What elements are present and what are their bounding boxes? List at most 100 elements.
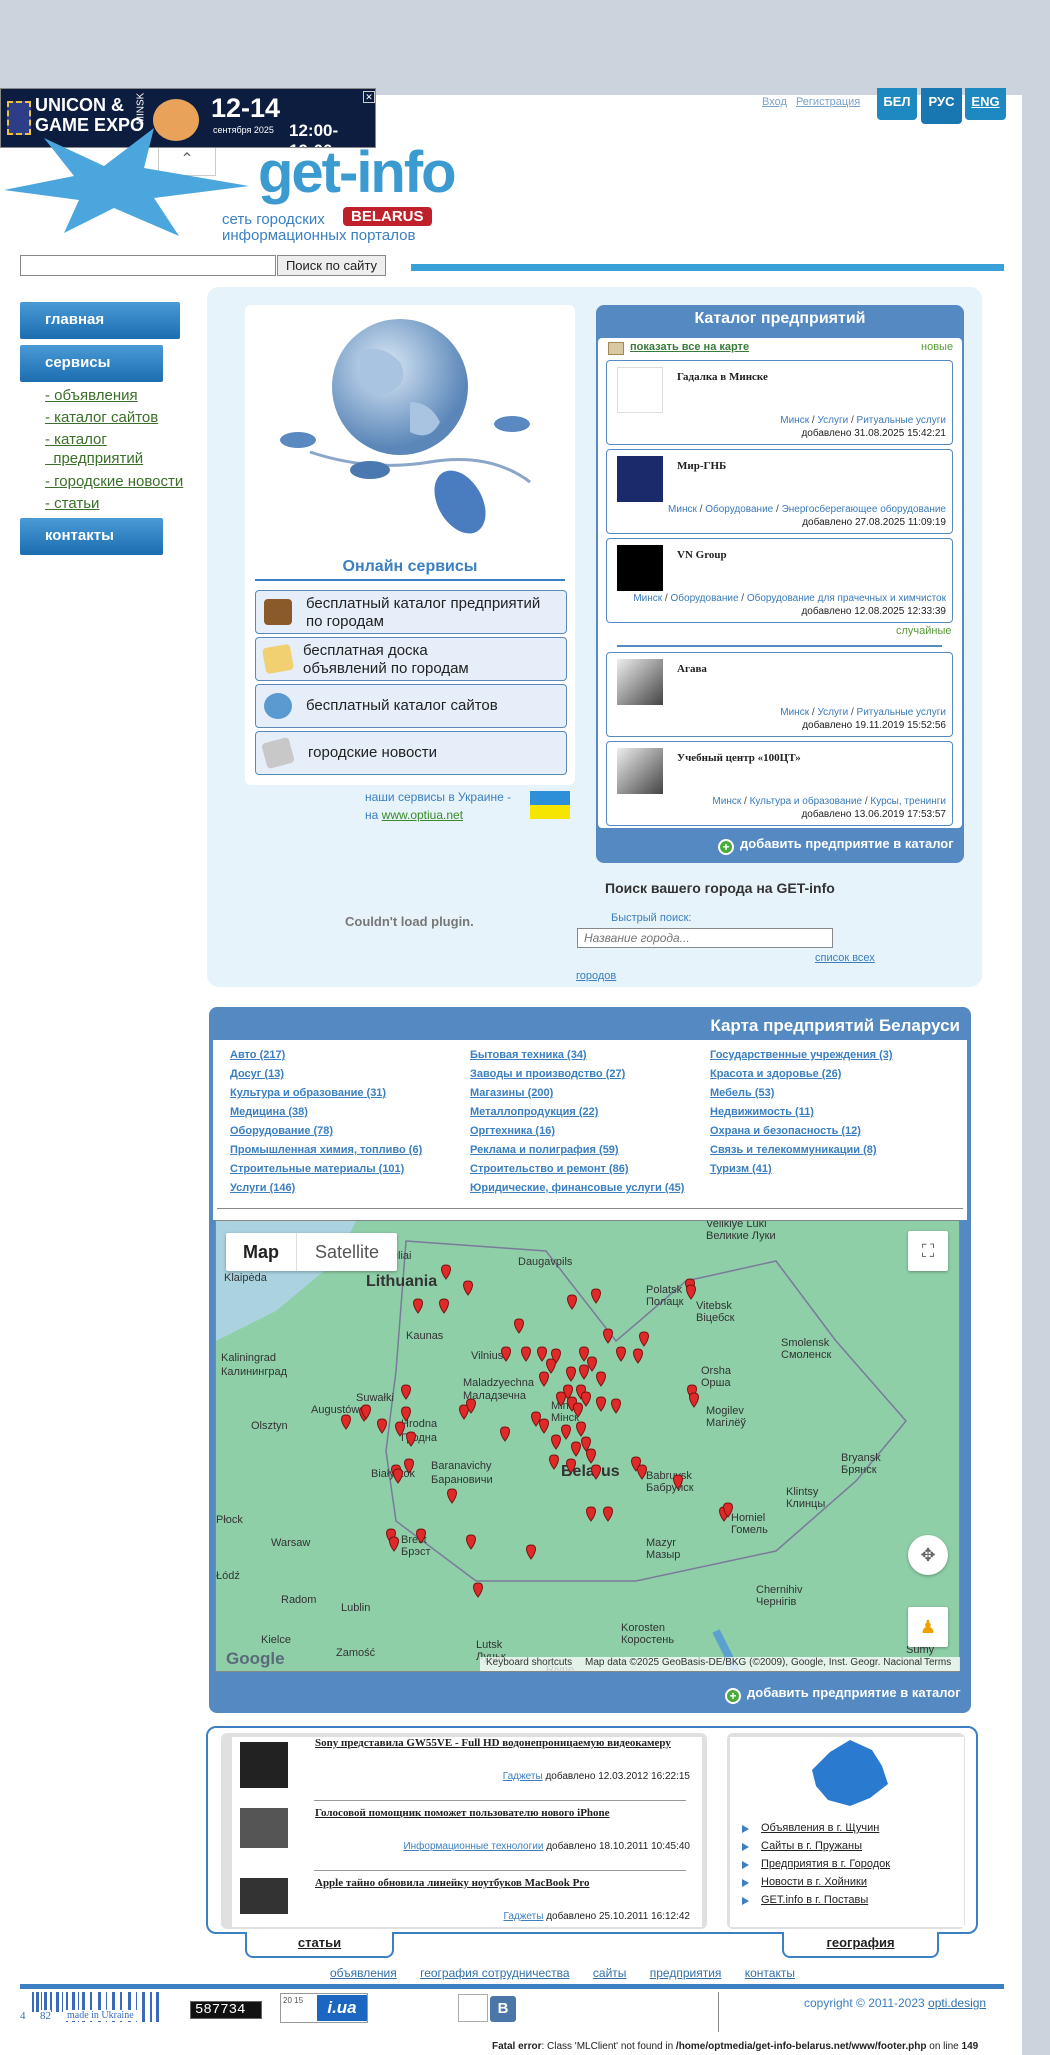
logo-text[interactable]: get-info: [258, 143, 457, 203]
terms-link[interactable]: Terms: [924, 1657, 951, 1668]
city-search-input[interactable]: [577, 928, 833, 948]
footer-geo-link[interactable]: география сотрудничества: [420, 1966, 569, 1980]
map-place-label: Брэст: [401, 1546, 431, 1558]
bullet-icon: [742, 1843, 749, 1851]
service-city-news[interactable]: городские новости: [255, 731, 567, 775]
map-category-link[interactable]: Охрана и безопасность (12): [710, 1125, 861, 1137]
show-on-map-link[interactable]: показать все на карте: [630, 341, 749, 353]
footer-companies-link[interactable]: предприятия: [650, 1966, 722, 1980]
footer-sites-link[interactable]: сайты: [593, 1966, 627, 1980]
catalog-card[interactable]: VN Group Минск / Оборудование / Оборудов…: [606, 538, 953, 623]
fullscreen-icon[interactable]: ⛶: [908, 1231, 948, 1271]
vk-icon[interactable]: В: [490, 1996, 516, 2022]
geo-link[interactable]: Предприятия в г. Городок: [761, 1858, 890, 1870]
map-tab[interactable]: Map: [226, 1233, 296, 1271]
lang-ru-button[interactable]: РУС: [921, 88, 962, 124]
map-category-link[interactable]: Промышленная химия, топливо (6): [230, 1144, 422, 1156]
news-divider: [314, 1870, 686, 1871]
map-place-label: Kielce: [261, 1634, 291, 1646]
map-category-link[interactable]: Недвижимость (11): [710, 1106, 814, 1118]
map-category-link[interactable]: Медицина (38): [230, 1106, 308, 1118]
login-link[interactable]: Вход: [762, 96, 787, 108]
geo-link[interactable]: Объявления в г. Щучин: [761, 1822, 879, 1834]
map-category-link[interactable]: Услуги (146): [230, 1182, 295, 1194]
nav-main[interactable]: главная: [20, 302, 180, 339]
card-breadcrumb: Минск / Услуги / Ритуальные услуги: [780, 415, 946, 426]
nav-sites-link[interactable]: - каталог сайтов: [45, 409, 158, 427]
map-category-link[interactable]: Досуг (13): [230, 1068, 284, 1080]
geo-link[interactable]: Сайты в г. Пружаны: [761, 1840, 862, 1852]
nav-articles-link[interactable]: - статьи: [45, 495, 99, 513]
site-search-button[interactable]: Поиск по сайту: [277, 255, 386, 276]
map-category-link[interactable]: Оборудование (78): [230, 1125, 333, 1137]
all-cities-link-2[interactable]: городов: [576, 970, 616, 982]
map-place-label: Lithuania: [366, 1273, 437, 1290]
ad-close-icon[interactable]: ✕: [363, 91, 375, 103]
map-category-link[interactable]: Строительство и ремонт (86): [470, 1163, 629, 1175]
map-place-label: Płock: [216, 1514, 243, 1526]
all-cities-link[interactable]: список всех: [815, 952, 875, 964]
pegman-icon[interactable]: ♟: [908, 1607, 948, 1647]
keyboard-shortcuts-link[interactable]: Keyboard shortcuts: [486, 1657, 572, 1668]
site-search-input[interactable]: [20, 255, 276, 276]
copyright-link[interactable]: opti.design: [928, 1996, 986, 2010]
service-company-catalog[interactable]: бесплатный каталог предприятий по городам: [255, 590, 567, 634]
nav-services[interactable]: сервисы: [20, 345, 163, 382]
catalog-card[interactable]: Мир-ГНБ Минск / Оборудование / Энергосбе…: [606, 449, 953, 534]
add-company-button-2[interactable]: + добавить предприятие в каталог: [725, 1685, 961, 1704]
map-category-link[interactable]: Культура и образование (31): [230, 1087, 386, 1099]
map-category-link[interactable]: Строительные материалы (101): [230, 1163, 404, 1175]
made-in-ukraine-badge[interactable]: 4 82 made in Ukraine: [20, 1992, 160, 2022]
nav-catalog-link[interactable]: - каталог: [45, 431, 107, 449]
nav-ads-link[interactable]: - объявления: [45, 387, 138, 405]
footer-divider: [20, 1984, 1004, 1989]
map-place-label: Великие Луки: [706, 1230, 776, 1242]
map-category-link[interactable]: Магазины (200): [470, 1087, 553, 1099]
plugin-error: Couldn't load plugin.: [345, 914, 474, 929]
map-category-link[interactable]: Красота и здоровье (26): [710, 1068, 841, 1080]
catalog-card[interactable]: Агава Минск / Услуги / Ритуальные услуги…: [606, 652, 953, 737]
catalog-card[interactable]: Учебный центр «100ЦТ» Минск / Культура и…: [606, 741, 953, 826]
nav-contacts[interactable]: контакты: [20, 518, 163, 555]
news-title-link[interactable]: Apple тайно обновила линейку ноутбуков M…: [315, 1877, 589, 1889]
map-category-link[interactable]: Авто (217): [230, 1049, 285, 1061]
map-category-link[interactable]: Металлопродукция (22): [470, 1106, 598, 1118]
news-title-link[interactable]: Sony представила GW55VE - Full HD водоне…: [315, 1737, 671, 1749]
visitor-counter[interactable]: 587734: [190, 2001, 262, 2019]
service-ads-board[interactable]: бесплатная доска объявлений по городам: [255, 637, 567, 681]
map-place-label: Чернігів: [756, 1596, 797, 1608]
satellite-tab[interactable]: Satellite: [296, 1233, 397, 1271]
pan-control-icon[interactable]: ✥: [908, 1535, 948, 1575]
geography-tab[interactable]: география: [782, 1932, 939, 1958]
map-category-link[interactable]: Государственные учреждения (3): [710, 1049, 893, 1061]
nav-news-link[interactable]: - городские новости: [45, 473, 183, 491]
enterprise-map[interactable]: LithuaniaKlaipėdaŠiauliaiDaugavpilsKauna…: [215, 1220, 960, 1672]
map-category-link[interactable]: Юридические, финансовые услуги (45): [470, 1182, 684, 1194]
register-link[interactable]: Регистрация: [796, 96, 860, 108]
map-place-label: Мінск: [551, 1412, 579, 1424]
geo-link[interactable]: Новости в г. Хойники: [761, 1876, 867, 1888]
map-category-link[interactable]: Мебель (53): [710, 1087, 774, 1099]
lang-en-button[interactable]: ENG: [965, 88, 1006, 120]
map-category-link[interactable]: Заводы и производство (27): [470, 1068, 625, 1080]
map-category-link[interactable]: Туризм (41): [710, 1163, 772, 1175]
map-place-label: Polatsk: [646, 1284, 683, 1296]
ukraine-link[interactable]: www.optiua.net: [382, 808, 463, 822]
map-category-link[interactable]: Реклама и полиграфия (59): [470, 1144, 619, 1156]
news-title-link[interactable]: Голосовой помощник поможет пользователю …: [315, 1807, 610, 1819]
footer-contacts-link[interactable]: контакты: [745, 1966, 795, 1980]
service-sites-catalog[interactable]: бесплатный каталог сайтов: [255, 684, 567, 728]
nav-catalog-link-2[interactable]: предприятий: [45, 450, 143, 468]
iua-badge[interactable]: 20 15 i.ua: [280, 1993, 368, 2023]
map-category-link[interactable]: Оргтехника (16): [470, 1125, 555, 1137]
map-category-link[interactable]: Связь и телекоммуникации (8): [710, 1144, 877, 1156]
footer-ads-link[interactable]: объявления: [330, 1966, 397, 1980]
articles-tab[interactable]: статьи: [245, 1932, 394, 1958]
map-place-label: Mazyr: [646, 1537, 676, 1549]
add-company-button[interactable]: + добавить предприятие в каталог: [718, 836, 954, 855]
geo-link[interactable]: GET.info в г. Поставы: [761, 1894, 868, 1906]
catalog-card[interactable]: Гадалка в Минске Минск / Услуги / Ритуал…: [606, 360, 953, 445]
lang-be-button[interactable]: БЕЛ: [877, 88, 917, 120]
card-date: добавлено 27.08.2025 11:09:19: [802, 517, 946, 528]
map-category-link[interactable]: Бытовая техника (34): [470, 1049, 587, 1061]
